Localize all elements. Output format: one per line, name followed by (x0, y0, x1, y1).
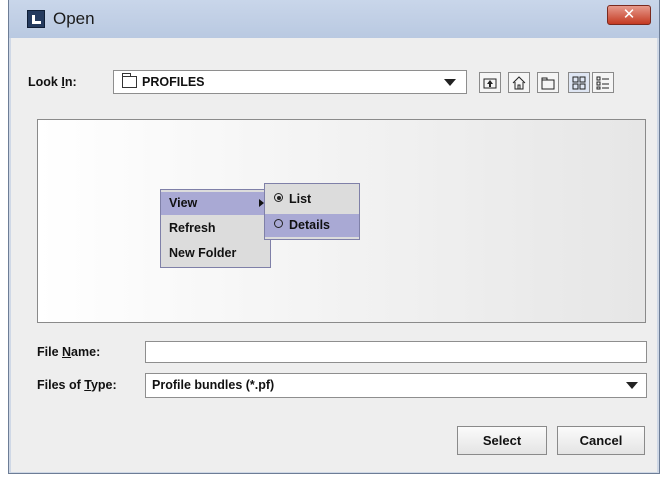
submenu-item-details[interactable]: Details (265, 214, 359, 237)
details-view-button[interactable] (592, 72, 614, 93)
new-folder-button[interactable] (537, 72, 559, 93)
menu-item-refresh[interactable]: Refresh (161, 217, 270, 240)
submenu-item-label: Details (289, 218, 330, 232)
cancel-button[interactable]: Cancel (557, 426, 645, 455)
menu-item-label: Refresh (169, 221, 216, 235)
dialog-body: Look In: PROFILES View Refresh New Folde… (11, 38, 657, 472)
file-name-label: File Name: (37, 345, 101, 359)
view-submenu: List Details (264, 183, 360, 240)
look-in-value: PROFILES (142, 75, 205, 89)
menu-item-view[interactable]: View (161, 192, 270, 215)
radio-selected-icon (274, 193, 283, 202)
title-bar[interactable]: Open ✕ (9, 0, 659, 38)
new-folder-icon (541, 77, 555, 90)
select-button[interactable]: Select (457, 426, 547, 455)
list-view-button[interactable] (568, 72, 590, 93)
up-folder-icon (483, 78, 497, 89)
list-view-icon (572, 76, 586, 90)
home-icon (512, 76, 526, 90)
app-icon (27, 10, 45, 28)
close-icon: ✕ (622, 6, 636, 23)
menu-item-label: New Folder (169, 246, 237, 260)
close-button[interactable]: ✕ (607, 5, 651, 25)
file-name-input[interactable] (145, 341, 647, 363)
window-title: Open (53, 9, 95, 28)
submenu-item-list[interactable]: List (265, 188, 359, 211)
chevron-down-icon (444, 79, 456, 86)
file-type-label: Files of Type: (37, 378, 117, 392)
home-button[interactable] (508, 72, 530, 93)
context-menu: View Refresh New Folder (160, 189, 271, 268)
up-folder-button[interactable] (479, 72, 501, 93)
look-in-combo[interactable]: PROFILES (113, 70, 467, 94)
look-in-label: Look In: (28, 75, 77, 89)
details-view-icon (596, 76, 609, 90)
open-dialog: Open ✕ Look In: PROFILES View Refresh Ne… (8, 0, 660, 474)
radio-unselected-icon (274, 219, 283, 228)
file-type-value: Profile bundles (*.pf) (152, 378, 275, 392)
menu-item-label: View (169, 196, 198, 210)
menu-item-new-folder[interactable]: New Folder (161, 242, 270, 265)
submenu-item-label: List (289, 192, 312, 206)
folder-icon (122, 73, 137, 88)
file-list-pane[interactable]: View Refresh New Folder List Details (37, 119, 646, 323)
file-type-combo[interactable]: Profile bundles (*.pf) (145, 373, 647, 398)
chevron-down-icon (626, 382, 638, 389)
